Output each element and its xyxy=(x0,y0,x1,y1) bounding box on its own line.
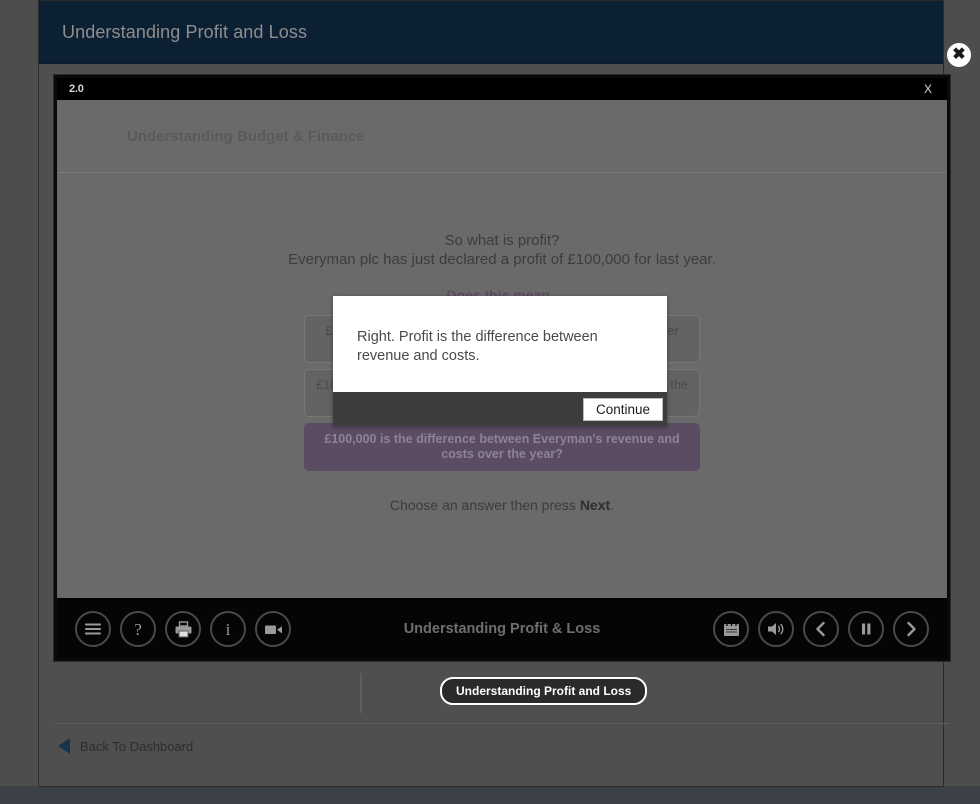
previous-icon[interactable] xyxy=(803,611,839,647)
answer-hint-prefix: Choose an answer then press xyxy=(389,497,580,513)
info-icon[interactable]: i xyxy=(210,611,246,647)
tab-divider xyxy=(360,673,362,713)
volume-icon[interactable] xyxy=(758,611,794,647)
back-to-dashboard-link[interactable]: Back To Dashboard xyxy=(54,724,950,754)
page-title: Understanding Profit and Loss xyxy=(62,21,308,42)
menu-icon[interactable] xyxy=(75,611,111,647)
pause-icon[interactable] xyxy=(848,611,884,647)
course-pill[interactable]: Understanding Profit and Loss xyxy=(440,677,648,705)
back-to-dashboard-label: Back To Dashboard xyxy=(80,738,194,754)
question-line-2: Everyman plc has just declared a profit … xyxy=(288,251,716,268)
course-tab-row: Understanding Profit and Loss xyxy=(54,669,950,721)
feedback-message: Right. Profit is the difference between … xyxy=(357,329,598,364)
feedback-dialog: Right. Profit is the difference between … xyxy=(333,296,667,426)
answer-hint-bold: Next xyxy=(579,497,611,513)
player-version-label: 2.0 xyxy=(69,83,84,95)
player-footer-title: Understanding Profit & Loss xyxy=(403,621,601,637)
page-gutter-bottom xyxy=(0,786,980,804)
close-glyph: ✖ xyxy=(952,45,966,63)
player-titlebar: 2.0 X xyxy=(57,78,947,100)
back-triangle-icon xyxy=(58,738,70,754)
answer-option-label: £100,000 is the difference between Every… xyxy=(324,432,680,461)
app-root: ✖ Understanding Profit and Loss 2.0 X Un… xyxy=(0,0,980,804)
slide-header: Understanding Budget & Finance xyxy=(57,100,947,172)
close-circle-icon[interactable]: ✖ xyxy=(947,43,971,67)
page-gutter-left xyxy=(0,0,37,804)
answer-hint-suffix: . xyxy=(610,497,615,513)
notebook-icon[interactable] xyxy=(713,611,749,647)
page-header: Understanding Profit and Loss xyxy=(39,1,943,64)
info-glyph: i xyxy=(225,619,231,639)
feedback-dialog-footer: Continue xyxy=(333,392,667,426)
print-icon[interactable] xyxy=(165,611,201,647)
answer-hint: Choose an answer then press Next. xyxy=(57,497,947,513)
player-toolbar: ? i Understanding Profit & Loss xyxy=(57,600,947,658)
course-brand-label: Understanding Budget & Finance xyxy=(127,128,365,145)
answer-option-selected[interactable]: £100,000 is the difference between Every… xyxy=(304,423,700,471)
video-icon[interactable] xyxy=(255,611,291,647)
next-icon[interactable] xyxy=(893,611,929,647)
continue-button[interactable]: Continue xyxy=(582,397,663,421)
help-icon[interactable]: ? xyxy=(120,611,156,647)
lower-panel: Understanding Profit and Loss Back To Da… xyxy=(54,669,950,769)
question-line-1: So what is profit? xyxy=(444,232,560,249)
help-glyph: ? xyxy=(134,619,142,639)
toolbar-left-group: ? i xyxy=(75,611,291,647)
player-close-button[interactable]: X xyxy=(917,80,939,98)
feedback-dialog-body: Right. Profit is the difference between … xyxy=(333,296,667,392)
toolbar-right-group xyxy=(713,611,929,647)
